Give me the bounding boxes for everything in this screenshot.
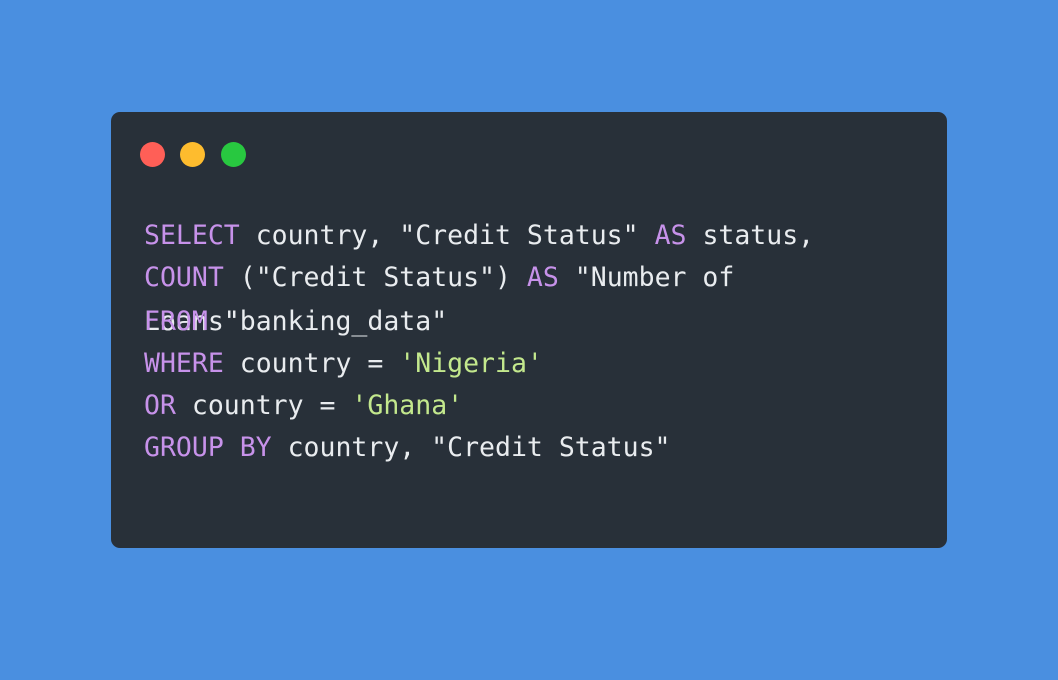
- code-line-6: GROUP BY country, "Credit Status": [144, 427, 671, 469]
- code-text: country, "Credit Status": [239, 220, 655, 251]
- keyword: COUNT: [144, 262, 224, 293]
- code-line-2: COUNT ("Credit Status") AS "Number of: [144, 257, 734, 299]
- code-text: status,: [686, 220, 815, 251]
- string-literal: 'Nigeria': [399, 348, 543, 379]
- keyword: FROM: [144, 306, 208, 337]
- code-text: country, "Credit Status": [271, 432, 671, 463]
- code-line-3: FROM "banking_data": [144, 301, 447, 343]
- close-dot-icon: [140, 142, 165, 167]
- code-line-5: OR country = 'Ghana': [144, 385, 463, 427]
- keyword: SELECT: [144, 220, 240, 251]
- sql-code-block: SELECT country, "Credit Status" AS statu…: [144, 215, 904, 680]
- keyword: OR: [144, 390, 176, 421]
- keyword: GROUP BY: [144, 432, 272, 463]
- minimize-dot-icon: [180, 142, 205, 167]
- keyword: WHERE: [144, 348, 224, 379]
- code-line-4: WHERE country = 'Nigeria': [144, 343, 543, 385]
- code-text: ("Credit Status"): [223, 262, 527, 293]
- code-text: country =: [175, 390, 352, 421]
- code-text: country =: [223, 348, 400, 379]
- code-text: "banking_data": [207, 306, 448, 337]
- code-line-1: SELECT country, "Credit Status" AS statu…: [144, 215, 814, 257]
- code-window: SELECT country, "Credit Status" AS statu…: [111, 112, 947, 548]
- code-text: "Number of: [558, 262, 735, 293]
- keyword: AS: [526, 262, 559, 293]
- keyword: AS: [654, 220, 687, 251]
- string-literal: 'Ghana': [351, 390, 464, 421]
- maximize-dot-icon: [221, 142, 246, 167]
